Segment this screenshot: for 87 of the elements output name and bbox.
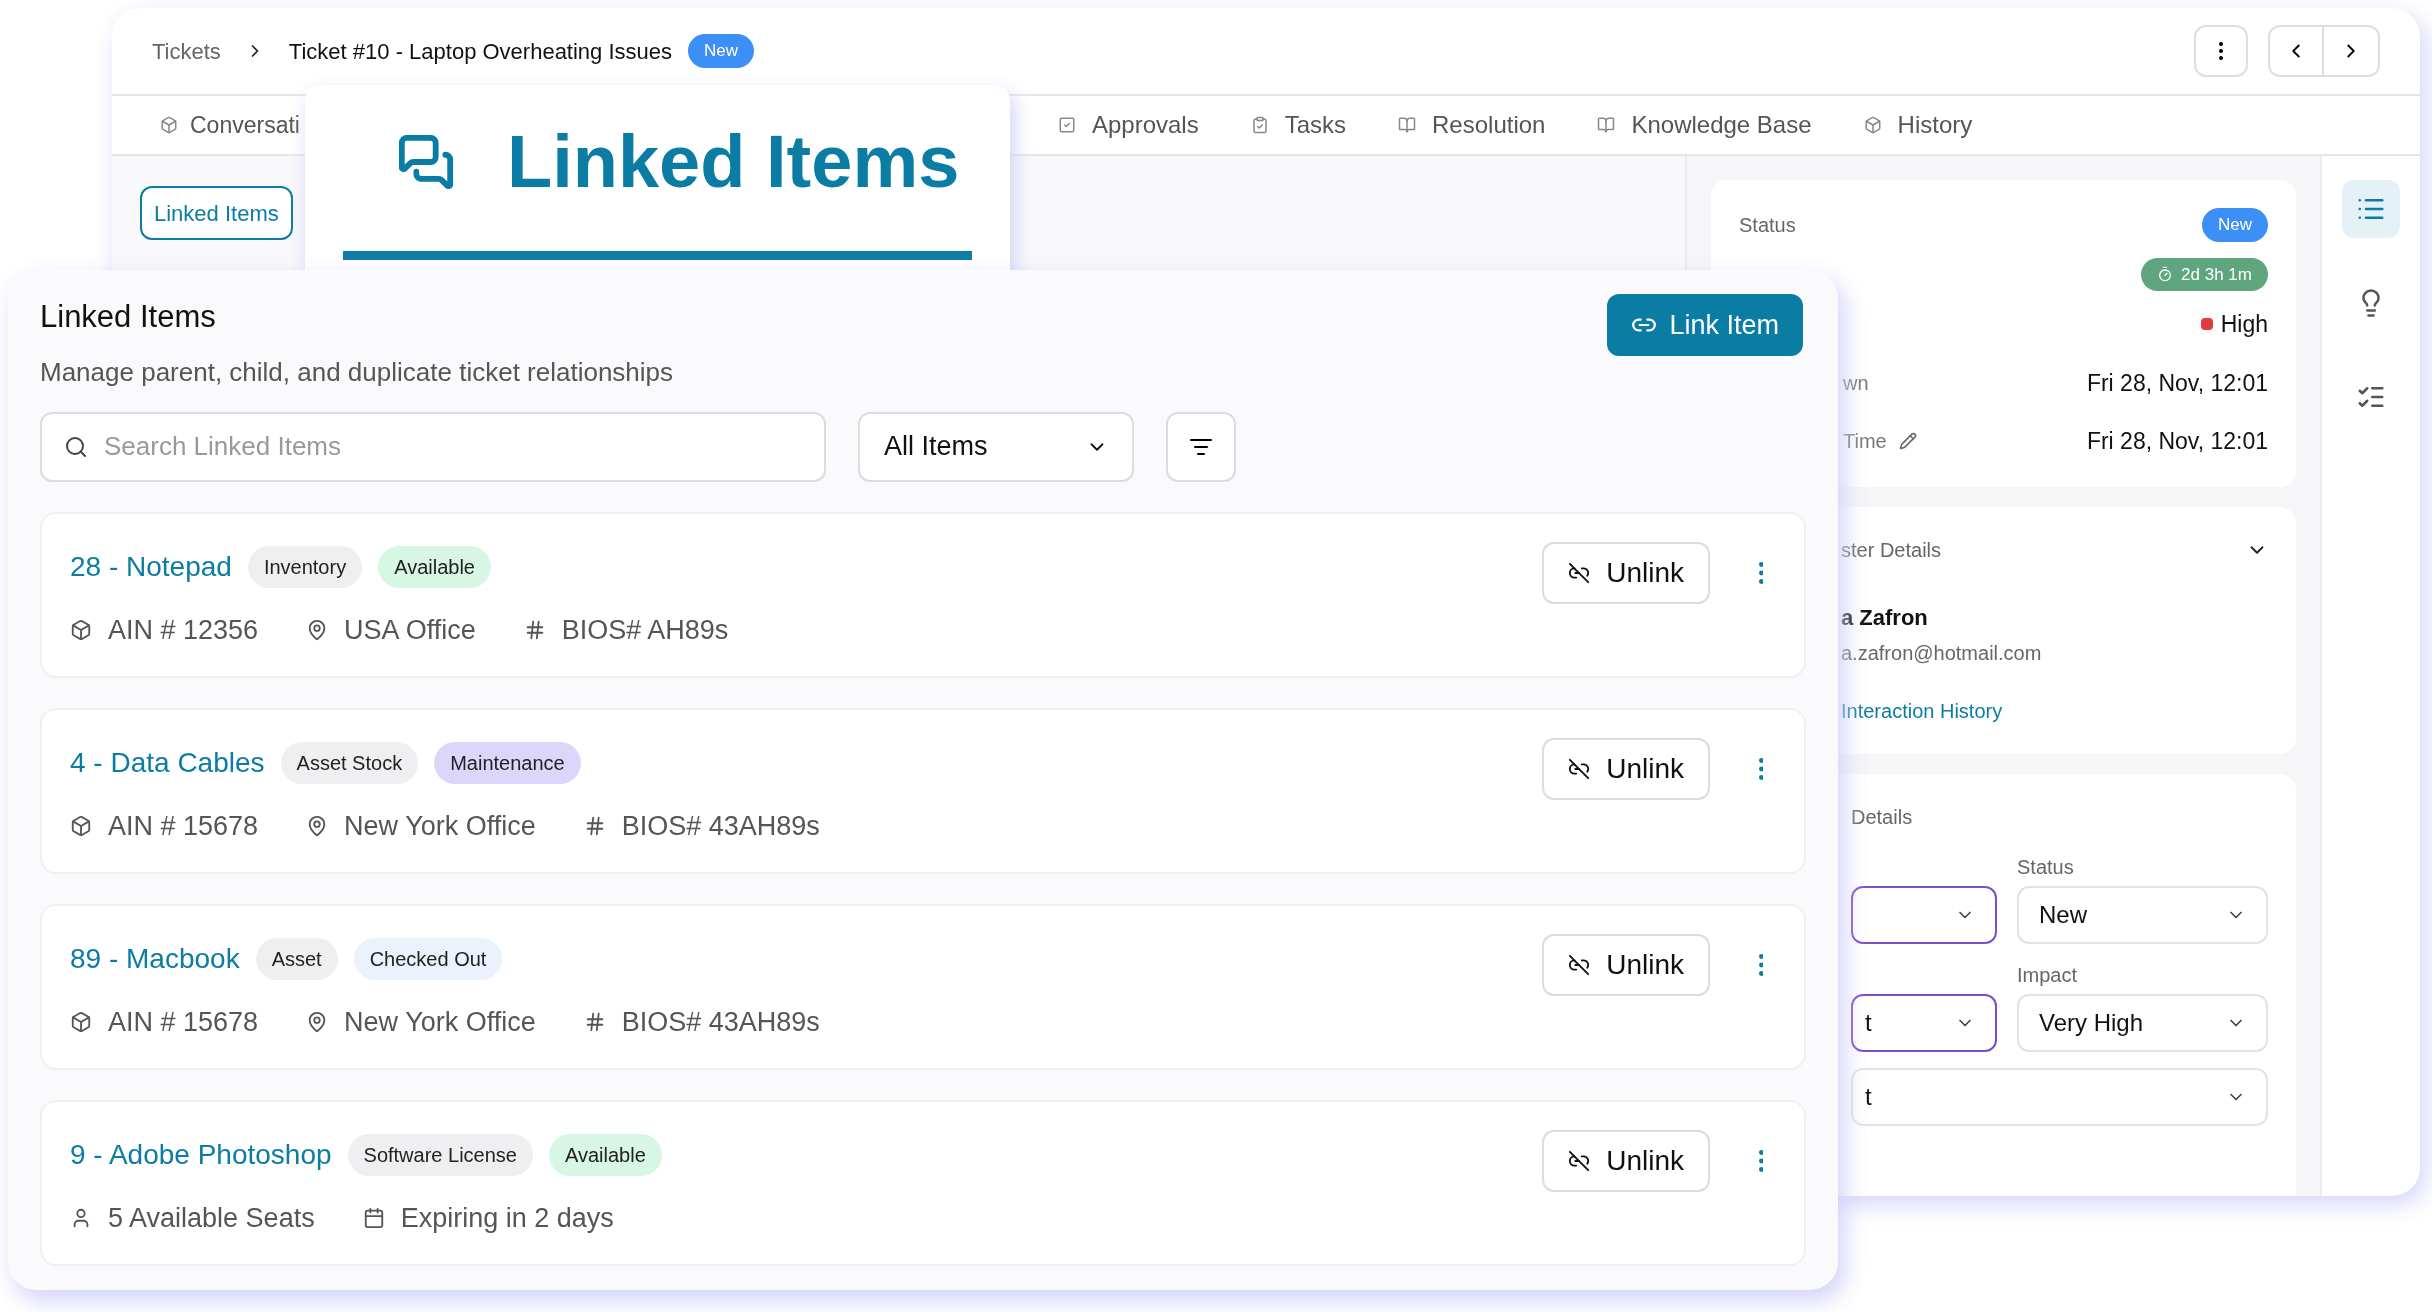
tab[interactable]: Resolution	[1398, 96, 1546, 154]
requester-email: a.zafron@hotmail.com	[1841, 640, 2043, 666]
cube-icon	[70, 814, 92, 837]
search-icon	[64, 434, 88, 459]
pencil-icon[interactable]	[1898, 432, 1917, 451]
cube-icon	[160, 116, 178, 134]
kebab-icon	[1758, 757, 1764, 780]
unlink-button[interactable]: Unlink	[1542, 737, 1710, 800]
field-label: Status	[2017, 854, 2075, 878]
tag: Checked Out	[353, 937, 503, 980]
chat-bubbles-icon	[397, 133, 455, 191]
tag: Asset	[255, 937, 338, 980]
tag: Software License	[347, 1133, 533, 1176]
book-icon	[1597, 116, 1616, 134]
item-link[interactable]: 28 - Notepad	[70, 545, 232, 588]
kebab-icon	[1758, 953, 1764, 976]
list-button[interactable]	[2342, 180, 2400, 238]
broken-link-icon	[1568, 1149, 1591, 1172]
kebab-icon	[1758, 1149, 1764, 1172]
tab[interactable]: Tasks	[1250, 96, 1347, 154]
item-detail: 5 Available Seats	[108, 1201, 315, 1235]
item-detail: Expiring in 2 days	[400, 1201, 614, 1235]
filter-dropdown[interactable]: All Items	[858, 411, 1134, 482]
field-label: Time	[1843, 429, 1887, 455]
clipboard-check-icon	[1250, 116, 1269, 134]
tab[interactable]: History	[1863, 96, 1973, 154]
checkbox-icon	[1057, 116, 1076, 134]
priority-text: High	[2220, 310, 2268, 339]
callout-title: Linked Items	[507, 125, 960, 199]
tag: Asset Stock	[280, 741, 419, 784]
tag: Maintenance	[434, 741, 581, 784]
item-link[interactable]: 89 - Macbook	[70, 937, 240, 980]
item-detail: New York Office	[344, 1005, 536, 1039]
kebab-icon	[1758, 561, 1764, 584]
item-detail: New York Office	[344, 809, 536, 843]
calendar-icon	[362, 1206, 385, 1229]
item-detail: AIN # 15678	[108, 809, 259, 843]
date-value: Fri 28, Nov, 12:01	[2086, 427, 2268, 456]
tab[interactable]: Knowledge Base	[1597, 96, 1812, 154]
cube-icon	[70, 618, 92, 641]
interaction-history-link[interactable]: Interaction History	[1841, 695, 2268, 726]
book-icon	[1398, 116, 1417, 134]
tab[interactable]: Approvals	[1057, 96, 1199, 154]
unlink-button[interactable]: Unlink	[1542, 541, 1710, 604]
status-label: Status	[1739, 212, 1796, 238]
kebab-icon	[2219, 42, 2223, 60]
cube-icon	[70, 1010, 92, 1033]
item-detail: AIN # 12356	[108, 613, 259, 647]
timer-icon	[2157, 266, 2174, 283]
field-label: wn	[1843, 370, 1869, 396]
section-title: Details	[1851, 804, 1914, 830]
item-detail: BIOS# AH89s	[561, 613, 729, 647]
unlink-button[interactable]: Unlink	[1542, 1129, 1710, 1192]
cube-icon	[1863, 116, 1882, 134]
broken-link-icon	[1568, 561, 1591, 584]
requester-name: a Zafron	[1841, 603, 1929, 632]
select-field[interactable]: New	[2017, 885, 2268, 944]
select-field[interactable]: t	[1851, 993, 1997, 1052]
panel-title: Linked Items	[40, 298, 217, 336]
select-field[interactable]	[1851, 885, 1997, 944]
item-detail: BIOS# 43AH89s	[621, 1005, 820, 1039]
field-label: Impact	[2017, 962, 2079, 986]
ticket-title: Ticket #10 - Laptop Overheating Issues	[288, 37, 673, 66]
search-field[interactable]: Search Linked Items	[40, 411, 826, 482]
select-field[interactable]: t	[1851, 1067, 2268, 1126]
link-item-button[interactable]: Link Item	[1607, 294, 1803, 356]
item-detail: AIN # 15678	[108, 1005, 259, 1039]
tag: Inventory	[247, 545, 363, 588]
item-link[interactable]: 4 - Data Cables	[70, 741, 265, 784]
broken-link-icon	[1568, 757, 1591, 780]
tag: Available	[548, 1133, 662, 1176]
item-detail: BIOS# 43AH89s	[621, 809, 820, 843]
unlink-button[interactable]: Unlink	[1542, 933, 1710, 996]
timer-badge: 2d 3h 1m	[2141, 257, 2268, 291]
status-badge: New	[688, 34, 755, 68]
section-tab[interactable]: Linked Items	[140, 186, 293, 240]
tag: Available	[378, 545, 491, 588]
panel-subtitle: Manage parent, child, and duplicate ticket relationships	[40, 355, 674, 389]
select-field[interactable]: Very High	[2017, 993, 2268, 1052]
broken-link-icon	[1568, 953, 1591, 976]
date-value: Fri 28, Nov, 12:01	[2086, 368, 2268, 398]
breadcrumb-link[interactable]: Tickets	[152, 34, 221, 68]
item-link[interactable]: 9 - Adobe Photoshop	[70, 1133, 332, 1176]
tab[interactable]: Conversati	[160, 96, 300, 154]
item-detail: USA Office	[344, 613, 476, 647]
status-badge: New	[2202, 208, 2268, 242]
section-title: ster Details	[1841, 537, 1942, 563]
